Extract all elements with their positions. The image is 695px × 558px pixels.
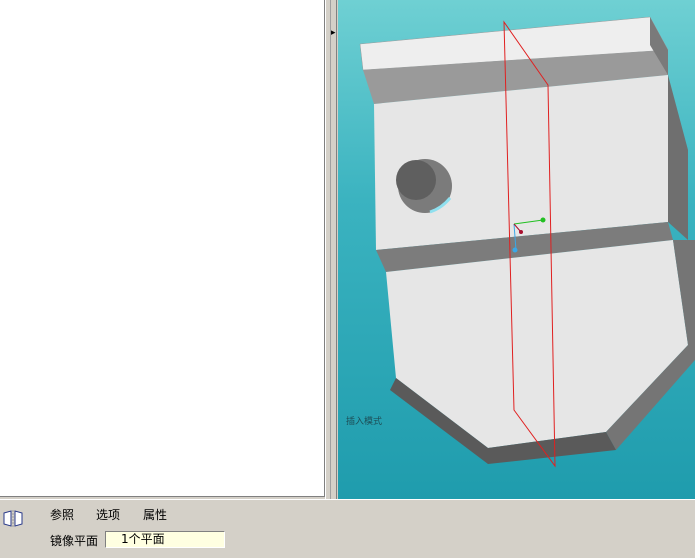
triad-y-dot — [512, 247, 518, 253]
mirror-icon[interactable] — [2, 510, 24, 528]
model-tree-panel[interactable] — [0, 0, 325, 497]
part-hole-shade — [396, 160, 436, 200]
splitter-line — [330, 0, 331, 499]
part-upper-right — [668, 75, 688, 240]
model-canvas — [359, 16, 695, 468]
graphics-viewport[interactable]: 插入模式 — [338, 0, 695, 499]
insert-mode-label: 插入模式 — [346, 417, 383, 427]
mirror-plane-label: 镜像平面 — [50, 534, 99, 548]
triad-x-dot — [540, 217, 546, 223]
mirror-dashboard: 参照 选项 属性 镜像平面 1个平面 — [0, 499, 695, 558]
collapse-arrow-icon[interactable]: ▸ — [331, 28, 336, 38]
triad-z-dot — [519, 230, 523, 234]
panel-splitter[interactable]: ▸ — [325, 0, 337, 499]
tab-options[interactable]: 选项 — [96, 506, 120, 523]
mirror-plane-collector[interactable]: 1个平面 — [105, 531, 225, 548]
tab-properties[interactable]: 属性 — [143, 506, 167, 523]
tab-references[interactable]: 参照 — [50, 506, 74, 523]
